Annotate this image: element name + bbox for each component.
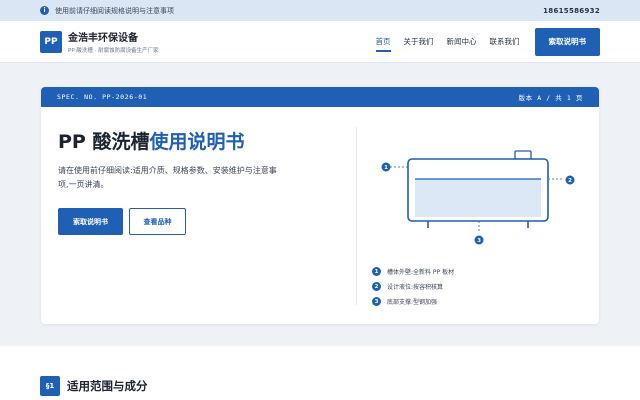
nav-item-contact[interactable]: 联系我们 xyxy=(490,21,520,63)
spec-number: SPEC. NO. PP-2026-01 xyxy=(57,93,148,101)
legend-item: 1 槽体外壁:全新料 PP 板材 xyxy=(372,264,454,279)
legend-number: 3 xyxy=(372,297,381,306)
title-accent: 使用说明书 xyxy=(149,131,245,153)
tank-diagram: 1 2 3 xyxy=(381,150,575,245)
nav-item-home[interactable]: 首页 xyxy=(375,21,391,63)
request-manual-button[interactable]: 索取说明书 xyxy=(534,27,600,56)
section-title: 适用范围与成分 xyxy=(67,379,148,393)
legend-number: 1 xyxy=(372,267,381,276)
info-icon: i xyxy=(40,6,49,15)
hero-request-manual-button[interactable]: 索取说明书 xyxy=(58,208,123,235)
title-product: PP 酸洗槽 xyxy=(58,131,150,153)
diagram-marker-3-label: 3 xyxy=(477,238,481,244)
diagram-marker-2-label: 2 xyxy=(568,178,572,184)
brand-subtitle: PP 酸洗槽 · 耐腐蚀防腐设备生产厂家 xyxy=(68,48,159,54)
hero-content: PP 酸洗槽使用说明书 请在使用前仔细阅读:适用介质、规格参数、安装维护与注意事… xyxy=(58,127,298,235)
legend-text: 槽体外壁:全新料 PP 板材 xyxy=(387,269,455,276)
vertical-divider xyxy=(356,127,357,305)
brand-name: 金浩丰环保设备 xyxy=(68,33,138,44)
notice-bar: i 使用前请仔细阅读规格说明与注意事项 18615586932 xyxy=(0,0,640,21)
nav-item-about[interactable]: 关于我们 xyxy=(404,21,434,63)
spec-card-header: SPEC. NO. PP-2026-01 版本 A / 共 1 页 xyxy=(41,87,599,107)
tank-liquid xyxy=(415,179,541,217)
brand[interactable]: 金浩丰环保设备 PP 酸洗槽 · 耐腐蚀防腐设备生产厂家 xyxy=(68,29,159,54)
legend-text: 底部支撑:型钢加强 xyxy=(387,299,438,306)
notice-text: 使用前请仔细阅读规格说明与注意事项 xyxy=(55,6,174,15)
spec-card: SPEC. NO. PP-2026-01 版本 A / 共 1 页 PP 酸洗槽… xyxy=(41,87,599,324)
phone-number[interactable]: 18615586932 xyxy=(543,7,600,15)
hero-actions: 索取说明书 查看品种 xyxy=(58,208,298,235)
view-varieties-button[interactable]: 查看品种 xyxy=(129,208,186,235)
section-scope: §1 适用范围与成分 xyxy=(0,346,640,400)
diagram-marker-1-label: 1 xyxy=(384,165,388,171)
legend-text: 设计液位:按容积核算 xyxy=(387,284,444,291)
hero-description: 请在使用前仔细阅读:适用介质、规格参数、安装维护与注意事项,一页讲清。 xyxy=(58,166,277,189)
spec-version: 版本 A / 共 1 页 xyxy=(518,94,583,102)
section-badge: §1 xyxy=(40,376,60,396)
top-navigation: PP 金浩丰环保设备 PP 酸洗槽 · 耐腐蚀防腐设备生产厂家 首页 关于我们 … xyxy=(0,21,640,63)
legend-item: 3 底部支撑:型钢加强 xyxy=(372,294,454,309)
diagram-legend: 1 槽体外壁:全新料 PP 板材 2 设计液位:按容积核算 3 底部支撑:型钢加… xyxy=(372,264,454,309)
legend-number: 2 xyxy=(372,282,381,291)
logo[interactable]: PP xyxy=(40,30,62,53)
legend-item: 2 设计液位:按容积核算 xyxy=(372,279,454,294)
page-title: PP 酸洗槽使用说明书 xyxy=(58,127,298,154)
nav-item-news[interactable]: 新闻中心 xyxy=(447,21,477,63)
tank-outlet xyxy=(514,150,532,160)
main-menu: 首页 关于我们 新闻中心 联系我们 索取说明书 xyxy=(375,21,600,63)
